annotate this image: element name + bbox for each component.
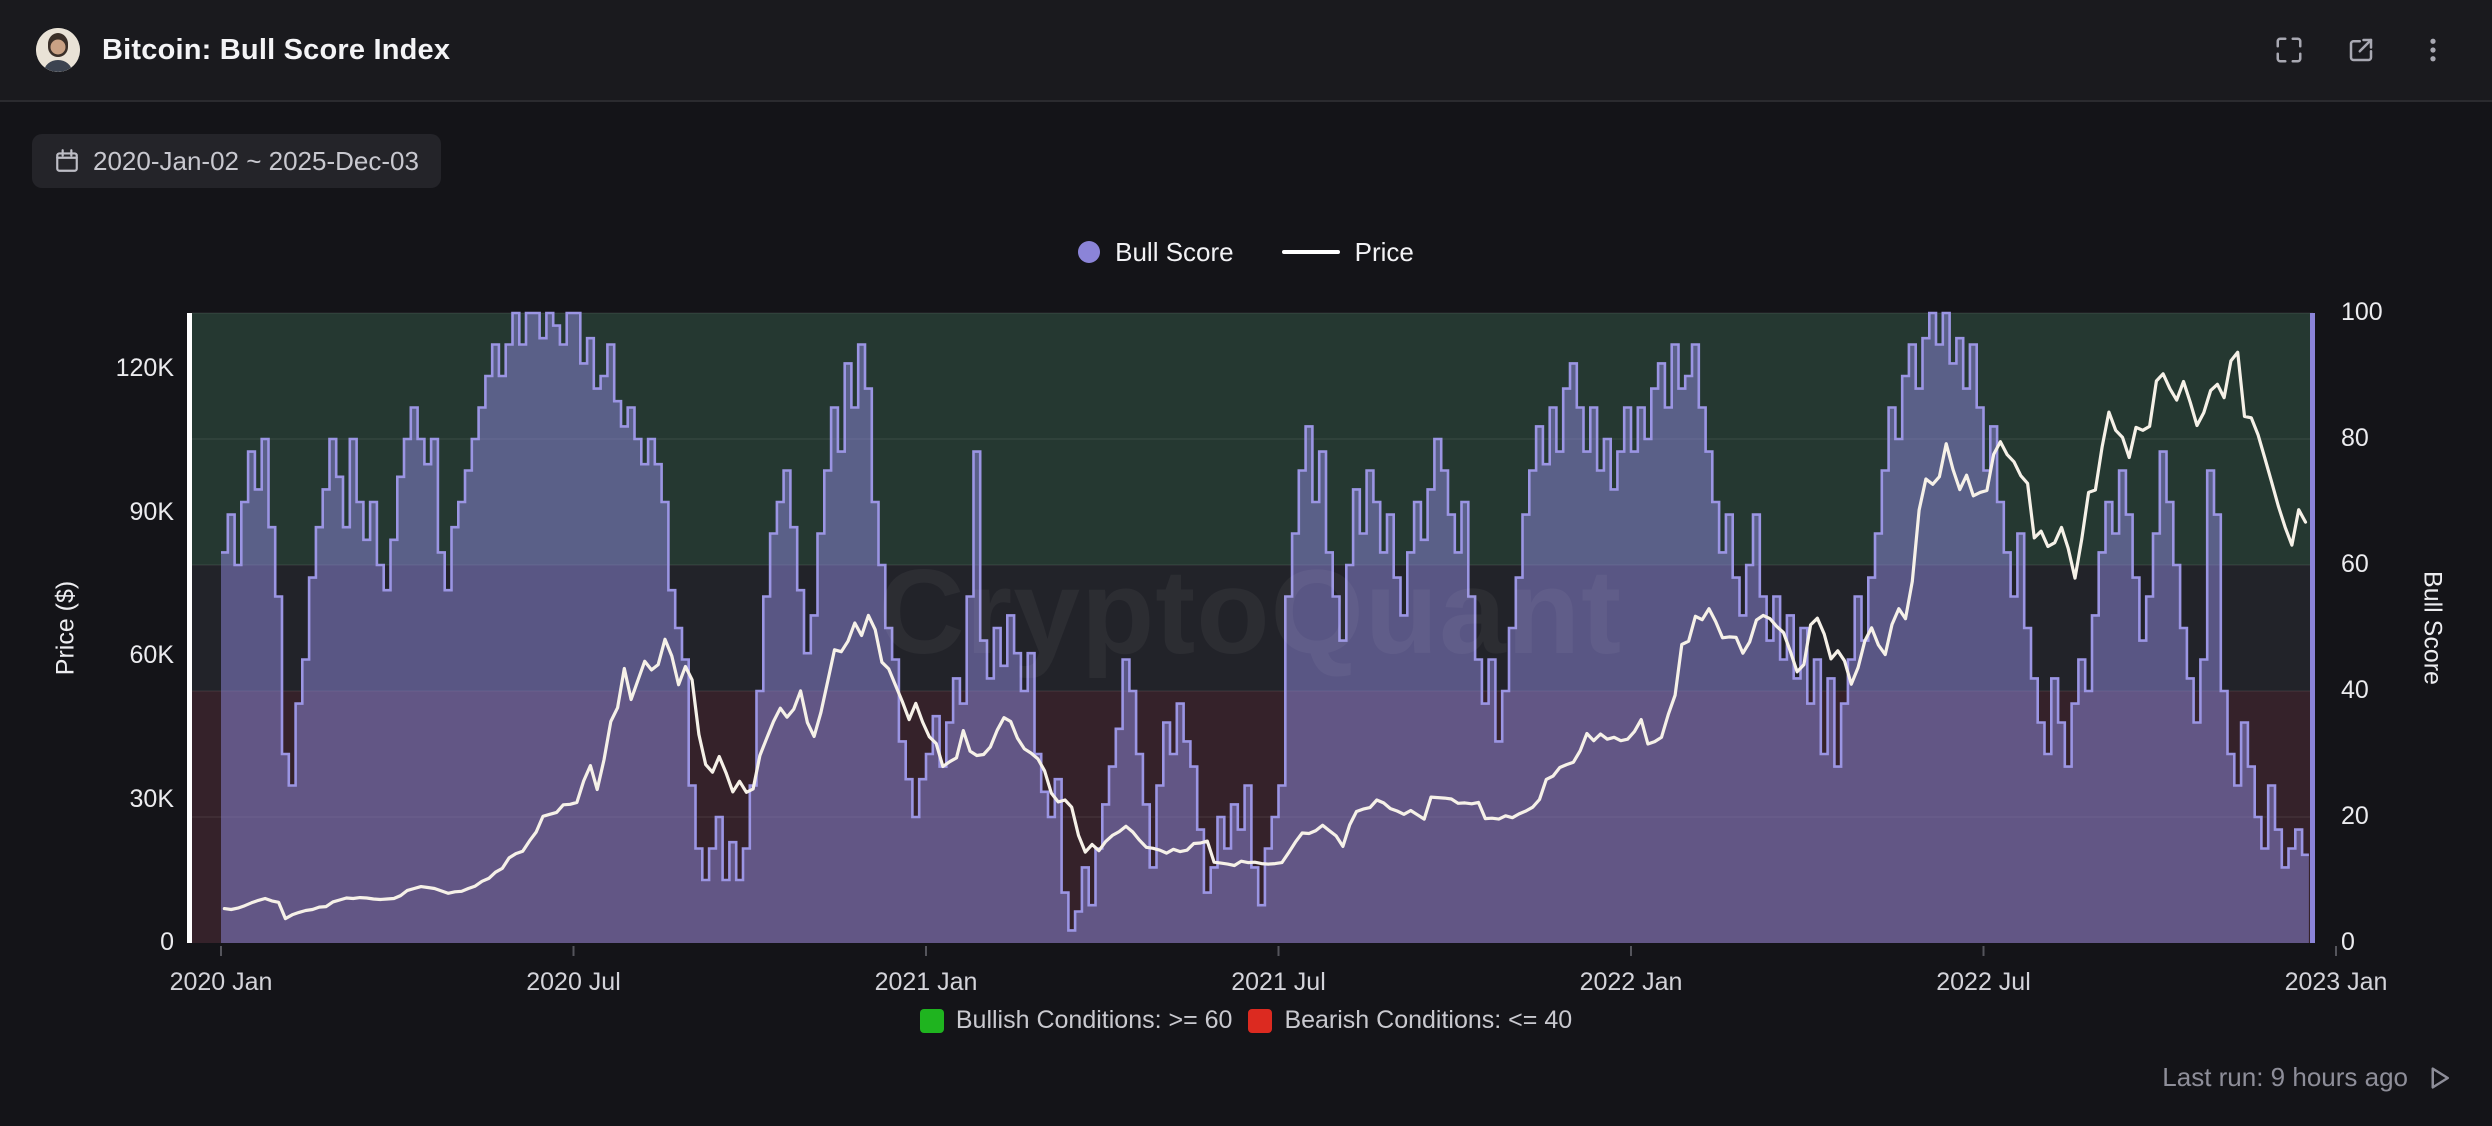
score-axis-tick: 100 — [2341, 298, 2383, 327]
score-axis-tick: 60 — [2341, 550, 2369, 579]
score-axis-title: Bull Score — [2418, 571, 2447, 685]
price-axis-tick: 30K — [0, 785, 174, 814]
play-icon — [2424, 1063, 2454, 1093]
chart-canvas[interactable] — [0, 0, 2492, 1126]
score-axis-line — [2310, 313, 2315, 943]
last-run: Last run: 9 hours ago — [2162, 1062, 2454, 1093]
price-axis-tick: 120K — [0, 354, 174, 383]
price-axis-tick: 90K — [0, 498, 174, 527]
bullish-threshold-item: Bullish Conditions: >= 60 — [920, 1006, 1233, 1035]
score-axis-tick: 0 — [2341, 928, 2355, 957]
price-axis-tick: 0 — [0, 928, 174, 957]
bullish-marker — [920, 1009, 944, 1033]
price-axis-tick: 60K — [0, 641, 174, 670]
chart-area[interactable]: CryptoQuant Price ($) Bull Score 2020 Ja… — [0, 0, 2492, 1126]
run-button[interactable] — [2424, 1063, 2454, 1093]
bullish-threshold-label: Bullish Conditions: >= 60 — [956, 1006, 1233, 1035]
bearish-threshold-item: Bearish Conditions: <= 40 — [1248, 1006, 1572, 1035]
x-axis-label: 2021 Jan — [875, 968, 978, 997]
price-axis-line — [187, 313, 192, 943]
bearish-marker — [1248, 1009, 1272, 1033]
score-axis-tick: 40 — [2341, 676, 2369, 705]
score-axis-tick: 80 — [2341, 424, 2369, 453]
chart-widget: Bitcoin: Bull Score Index — [0, 0, 2492, 1126]
x-axis-label: 2021 Jul — [1231, 968, 1326, 997]
x-axis-label: 2022 Jul — [1936, 968, 2031, 997]
score-axis-tick: 20 — [2341, 802, 2369, 831]
x-axis-label: 2022 Jan — [1580, 968, 1683, 997]
x-axis-label: 2020 Jan — [170, 968, 273, 997]
bearish-threshold-label: Bearish Conditions: <= 40 — [1284, 1006, 1572, 1035]
x-axis-label: 2020 Jul — [526, 968, 621, 997]
x-axis-label: 2023 Jan — [2285, 968, 2388, 997]
last-run-label: Last run: 9 hours ago — [2162, 1062, 2408, 1093]
threshold-legend: Bullish Conditions: >= 60 Bearish Condit… — [0, 1006, 2492, 1035]
